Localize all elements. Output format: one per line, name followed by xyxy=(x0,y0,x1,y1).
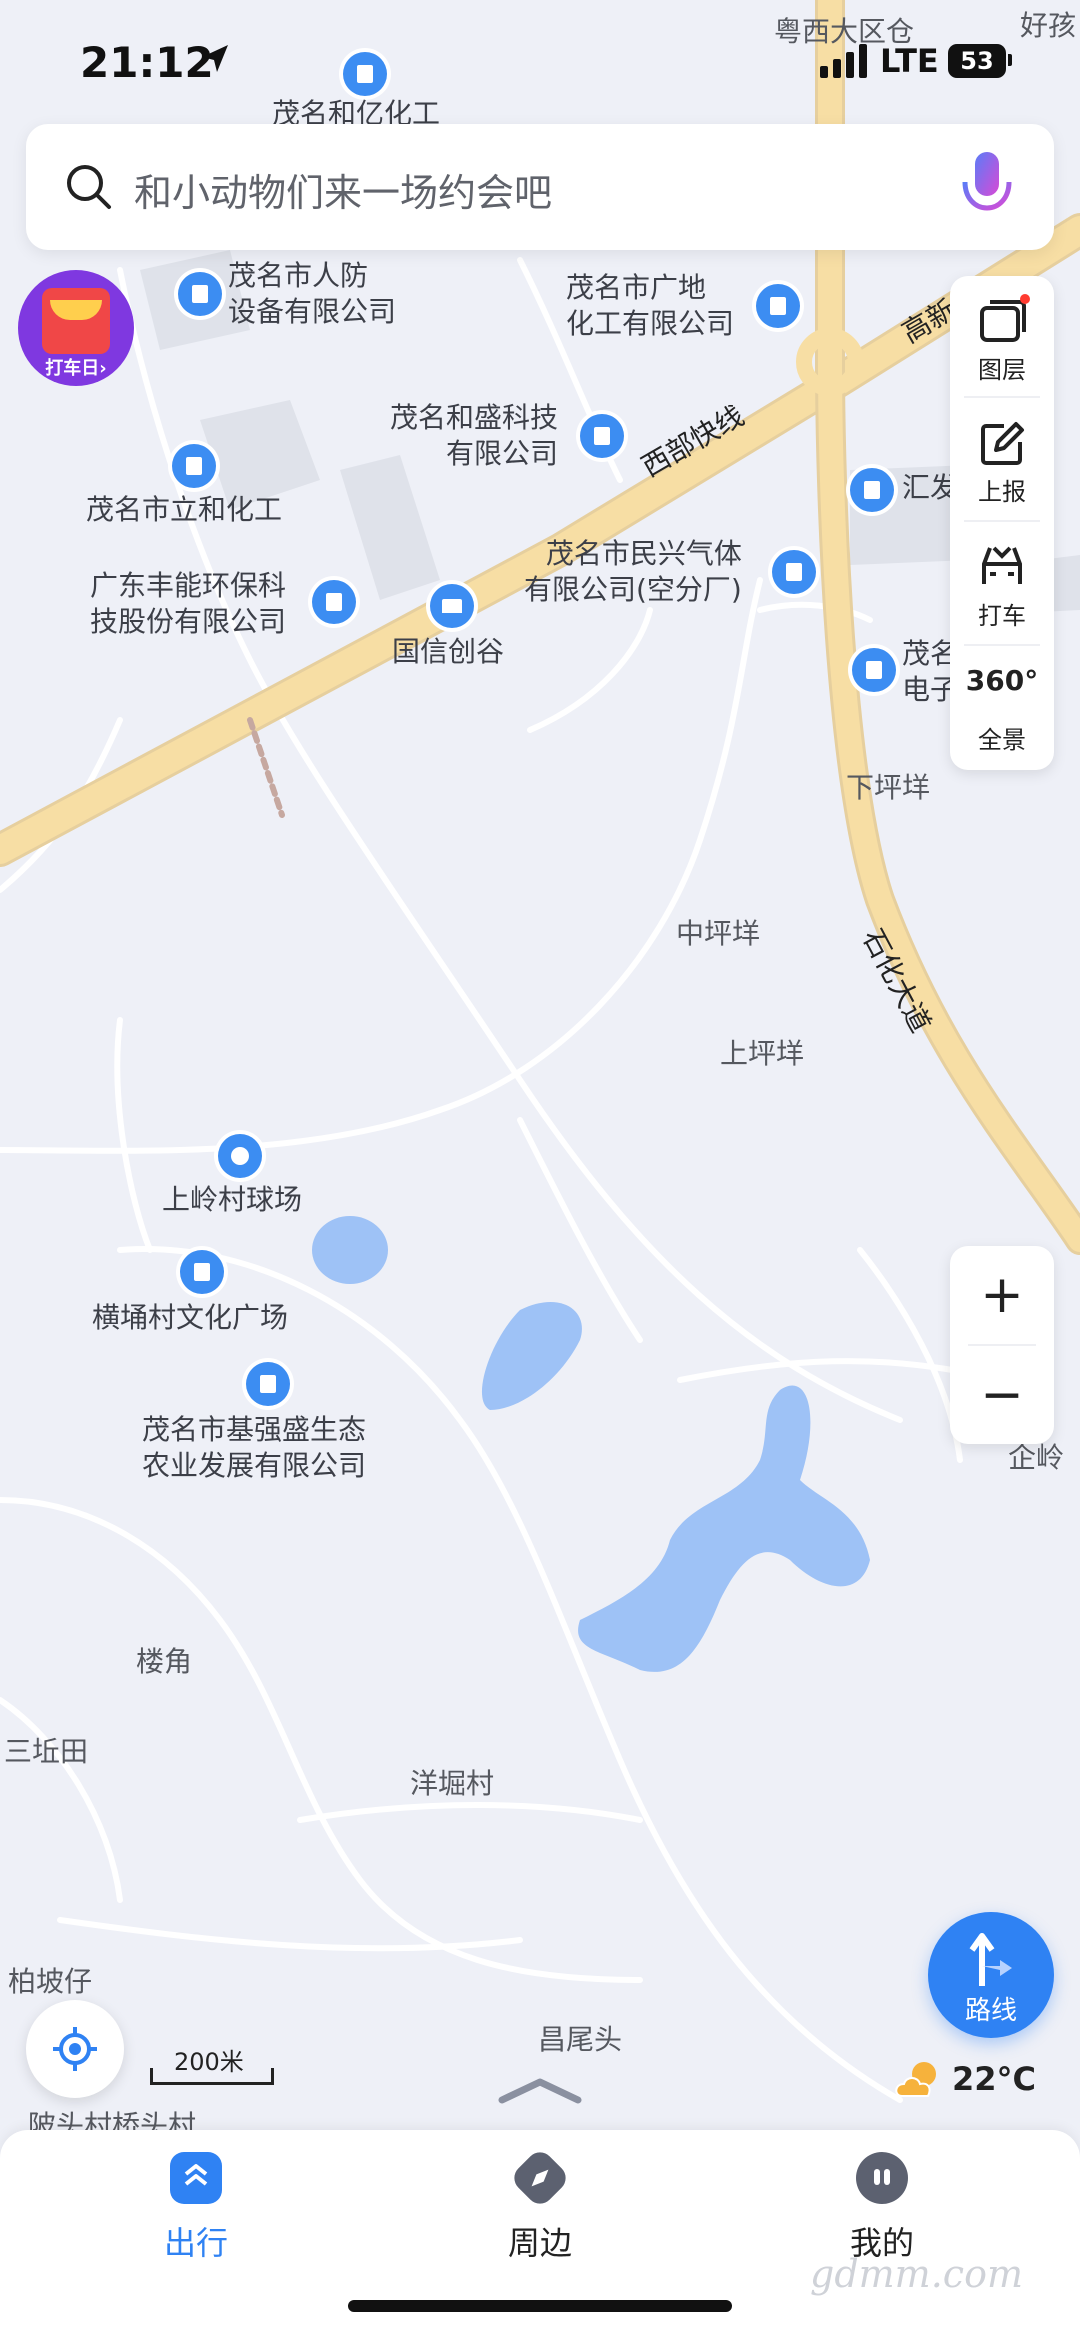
panorama-360-icon: 360° xyxy=(965,664,1039,697)
profile-icon xyxy=(856,2152,908,2204)
map-canvas[interactable] xyxy=(0,0,1080,2337)
poi-pin-icon[interactable] xyxy=(580,414,624,458)
taxi-button[interactable]: 打车 xyxy=(950,522,1054,642)
place-label: 柏坡仔 xyxy=(8,1965,93,1998)
microphone-icon[interactable] xyxy=(952,148,1022,228)
poi-label[interactable]: 茂名市民兴气体 有限公司(空分厂) xyxy=(524,536,742,608)
zoom-in-button[interactable]: + xyxy=(950,1246,1054,1344)
poi-label[interactable]: 国信创谷 xyxy=(392,634,504,670)
battery-tip xyxy=(1008,54,1012,66)
tool-label: 上报 xyxy=(978,478,1026,506)
locate-me-button[interactable] xyxy=(26,2000,124,2098)
place-label: 洋堀村 xyxy=(410,1767,495,1800)
tool-label: 图层 xyxy=(978,356,1026,384)
travel-icon xyxy=(170,2152,222,2204)
report-button[interactable]: 上报 xyxy=(950,398,1054,518)
panorama-button[interactable]: 360° 全景 xyxy=(950,646,1054,766)
poi-pin-icon[interactable] xyxy=(178,272,222,316)
search-bar[interactable]: 和小动物们来一场约会吧 xyxy=(26,124,1054,250)
red-envelope-icon xyxy=(42,288,110,354)
zoom-controls: + − xyxy=(950,1246,1054,1444)
cloudy-sun-icon xyxy=(895,2062,936,2097)
poi-label[interactable]: 茂名和盛科技 有限公司 xyxy=(390,400,558,472)
poi-pin-icon[interactable] xyxy=(246,1362,290,1406)
poi-pin-icon[interactable] xyxy=(852,648,896,692)
poi-pin-icon[interactable] xyxy=(772,550,816,594)
poi-label[interactable]: 茂名市基强盛生态 农业发展有限公司 xyxy=(142,1412,366,1484)
stadium-pin-icon[interactable] xyxy=(218,1134,262,1178)
watermark: gdmm.com xyxy=(810,2252,1023,2296)
route-label: 路线 xyxy=(964,1996,1017,2026)
scale-bar xyxy=(150,2068,274,2085)
taxi-day-promo-button[interactable]: 打车日› xyxy=(18,270,134,386)
car-icon xyxy=(982,546,1022,584)
promo-label: 打车日› xyxy=(45,358,107,379)
status-time: 21:12 xyxy=(80,38,214,87)
route-arrow-icon xyxy=(969,1933,1012,1986)
poi-pin-icon[interactable] xyxy=(756,284,800,328)
poi-label[interactable]: 茂名市人防 设备有限公司 xyxy=(228,258,396,330)
weather-temp: 22°C xyxy=(952,2060,1037,2098)
tool-label: 打车 xyxy=(978,602,1026,630)
place-label: 中坪垟 xyxy=(676,917,761,950)
place-label: 上坪垟 xyxy=(720,1037,805,1070)
place-label: 下坪垟 xyxy=(846,771,931,804)
nav-item-nearby[interactable]: 周边 xyxy=(440,2146,640,2272)
network-type: LTE xyxy=(880,42,939,80)
zoom-out-button[interactable]: − xyxy=(950,1346,1054,1444)
route-button[interactable]: 路线 xyxy=(928,1912,1054,2038)
poi-pin-icon[interactable] xyxy=(850,468,894,512)
place-label: 昌尾头 xyxy=(538,2023,623,2056)
location-arrow-icon xyxy=(202,45,228,72)
poi-label[interactable]: 上岭村球场 xyxy=(162,1182,302,1218)
battery-icon: 53 xyxy=(948,44,1006,78)
chevron-up-icon[interactable] xyxy=(498,2076,582,2104)
home-indicator[interactable] xyxy=(348,2300,732,2312)
poi-label[interactable]: 茂名市立和化工 xyxy=(86,492,282,528)
poi-pin-icon[interactable] xyxy=(312,580,356,624)
layers-icon xyxy=(980,300,1026,342)
compass-icon xyxy=(508,2146,572,2210)
search-icon xyxy=(67,165,111,209)
poi-pin-icon[interactable] xyxy=(172,444,216,488)
crosshair-icon xyxy=(53,2027,97,2071)
signal-icon xyxy=(820,44,867,78)
notification-dot xyxy=(1020,294,1030,304)
nav-label: 周边 xyxy=(507,2224,572,2262)
bank-pin-icon[interactable] xyxy=(430,584,474,628)
weather-widget[interactable]: 22°C xyxy=(894,2058,1054,2102)
nav-label: 出行 xyxy=(163,2224,228,2262)
nav-item-travel[interactable]: 出行 xyxy=(96,2152,296,2272)
poi-label[interactable]: 广东丰能环保科 技股份有限公司 xyxy=(90,568,286,640)
status-bar: 21:12 LTE 53 xyxy=(0,34,1080,94)
poi-label[interactable]: 茂名市广地 化工有限公司 xyxy=(566,270,734,342)
layers-button[interactable]: 图层 xyxy=(950,276,1054,396)
map-toolbar: 图层 上报 打车 360° 全景 xyxy=(950,276,1054,770)
tool-label: 全景 xyxy=(978,726,1026,754)
search-placeholder: 和小动物们来一场约会吧 xyxy=(134,171,553,215)
poi-pin-icon[interactable] xyxy=(180,1250,224,1294)
edit-report-icon xyxy=(981,422,1024,465)
place-label: 三坵田 xyxy=(4,1735,89,1768)
poi-label[interactable]: 横埇村文化广场 xyxy=(92,1300,288,1336)
place-label: 楼角 xyxy=(136,1645,193,1678)
